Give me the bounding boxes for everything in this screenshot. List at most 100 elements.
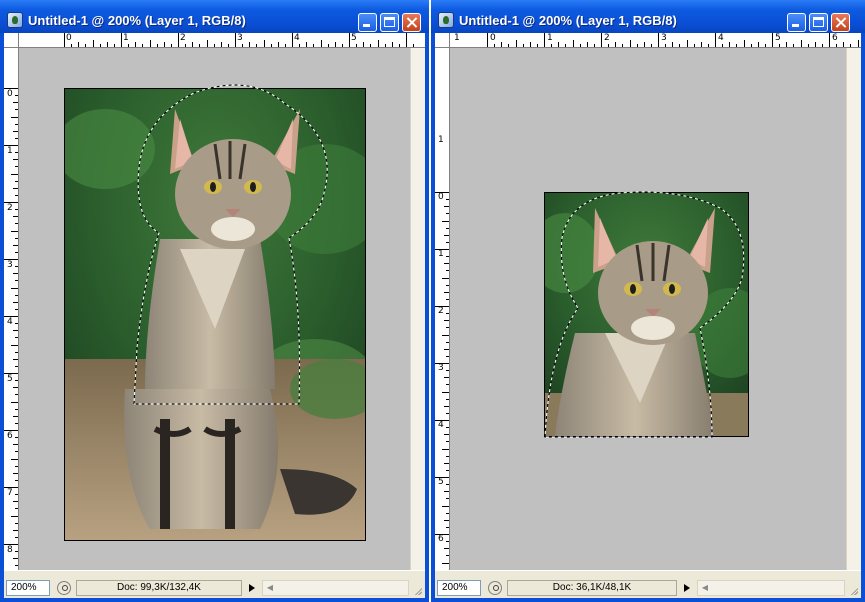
title-bar[interactable]: Untitled-1 @ 200% (Layer 1, RGB/8) [0, 0, 429, 33]
ruler-tick [71, 44, 73, 47]
ruler-tick [446, 541, 449, 543]
title-bar[interactable]: Untitled-1 @ 200% (Layer 1, RGB/8) [431, 0, 865, 33]
ruler-tick [442, 334, 449, 336]
resize-grip[interactable] [846, 583, 861, 598]
ruler-origin[interactable] [435, 33, 450, 48]
ruler-tick [15, 408, 18, 410]
ruler-tick [15, 180, 18, 182]
vertical-scrollbar[interactable] [410, 48, 425, 570]
zoom-level-field[interactable]: 200% [437, 580, 481, 596]
ruler-tick [522, 44, 524, 47]
ruler-tick [349, 33, 350, 47]
ruler-label: 5 [438, 477, 444, 487]
horizontal-scrollbar[interactable]: ◀ [697, 580, 845, 596]
minimize-button[interactable] [787, 13, 806, 32]
ruler-tick [435, 192, 449, 193]
status-menu-icon[interactable] [57, 581, 71, 595]
vertical-ruler[interactable]: 0 1 2 3 4 5 6 7 8 [4, 48, 19, 570]
scroll-left-arrow-icon[interactable]: ◀ [264, 582, 276, 594]
ruler-tick [113, 44, 115, 47]
photoshop-document-icon[interactable] [438, 12, 454, 28]
lasso-selection-marquee[interactable] [450, 48, 850, 548]
ruler-tick [608, 44, 610, 47]
status-menu-icon[interactable] [488, 581, 502, 595]
ruler-label: 5 [7, 374, 13, 384]
ruler-tick [341, 44, 343, 47]
ruler-tick [446, 469, 449, 471]
document-window-left[interactable]: Untitled-1 @ 200% (Layer 1, RGB/8) 0 1 2… [0, 0, 429, 602]
ruler-tick [377, 40, 379, 47]
ruler-tick [593, 44, 595, 47]
horizontal-scrollbar[interactable]: ◀ [262, 580, 409, 596]
ruler-label: 1 [454, 33, 460, 43]
status-menu-button[interactable] [681, 580, 694, 596]
ruler-tick [99, 44, 101, 47]
ruler-tick [15, 536, 18, 538]
maximize-button[interactable] [809, 13, 828, 32]
ruler-tick [4, 259, 18, 260]
document-size-info: Doc: 99,3K/132,4K [76, 580, 242, 596]
ruler-tick [13, 330, 18, 332]
close-button[interactable] [402, 13, 421, 32]
ruler-tick [435, 420, 449, 421]
vertical-scrollbar[interactable] [846, 48, 861, 570]
ruler-tick [15, 194, 18, 196]
ruler-label: 0 [438, 192, 444, 202]
ruler-tick [11, 287, 18, 289]
ruler-tick [446, 370, 449, 372]
canvas-area[interactable] [450, 48, 846, 570]
ruler-tick [78, 42, 80, 47]
resize-grip[interactable] [410, 583, 425, 598]
ruler-tick [544, 33, 545, 47]
horizontal-ruler[interactable]: 0 1 2 3 4 5 [19, 33, 425, 48]
vertical-ruler[interactable]: 1 0 1 2 3 4 5 6 [435, 48, 450, 570]
ruler-tick [658, 33, 659, 47]
ruler-tick [446, 241, 449, 243]
ruler-origin[interactable] [4, 33, 19, 48]
lasso-selection-marquee[interactable] [19, 48, 399, 548]
ruler-label: 3 [661, 33, 667, 43]
ruler-tick [13, 273, 18, 275]
ruler-tick [15, 152, 18, 154]
scroll-left-arrow-icon[interactable]: ◀ [699, 582, 711, 594]
horizontal-ruler[interactable]: 1 0 1 2 3 4 5 6 [450, 33, 861, 48]
minimize-button[interactable] [358, 13, 377, 32]
ruler-label: 3 [7, 260, 13, 270]
maximize-button[interactable] [380, 13, 399, 32]
ruler-tick [779, 44, 781, 47]
ruler-tick [235, 33, 236, 47]
ruler-tick [15, 294, 18, 296]
ruler-tick [13, 130, 18, 132]
ruler-tick [306, 42, 308, 47]
ruler-tick [4, 202, 18, 203]
photoshop-document-icon[interactable] [7, 12, 23, 28]
ruler-label: 2 [180, 33, 186, 43]
ruler-label: 1 [7, 146, 13, 156]
ruler-tick [15, 565, 18, 567]
ruler-tick [446, 313, 449, 315]
ruler-tick [249, 42, 251, 47]
ruler-label: 6 [832, 33, 838, 43]
ruler-tick [444, 291, 449, 293]
zoom-level-field[interactable]: 200% [6, 580, 50, 596]
ruler-tick [163, 42, 165, 47]
ruler-tick [442, 391, 449, 393]
ruler-label: 8 [7, 545, 13, 555]
ruler-label: 1 [123, 33, 129, 43]
close-button[interactable] [831, 13, 850, 32]
ruler-tick [444, 491, 449, 493]
ruler-tick [586, 42, 588, 47]
ruler-tick [446, 199, 449, 201]
ruler-tick [435, 363, 449, 364]
ruler-tick [192, 42, 194, 47]
ruler-tick [15, 351, 18, 353]
canvas-area[interactable] [19, 48, 410, 570]
document-size-info: Doc: 36,1K/48,1K [507, 580, 677, 596]
ruler-tick [435, 249, 449, 250]
ruler-tick [4, 373, 18, 374]
status-menu-button[interactable] [246, 580, 259, 596]
ruler-tick [277, 42, 279, 47]
ruler-tick [442, 277, 449, 279]
ruler-tick [444, 434, 449, 436]
document-window-right[interactable]: Untitled-1 @ 200% (Layer 1, RGB/8) 1 0 1… [431, 0, 865, 602]
